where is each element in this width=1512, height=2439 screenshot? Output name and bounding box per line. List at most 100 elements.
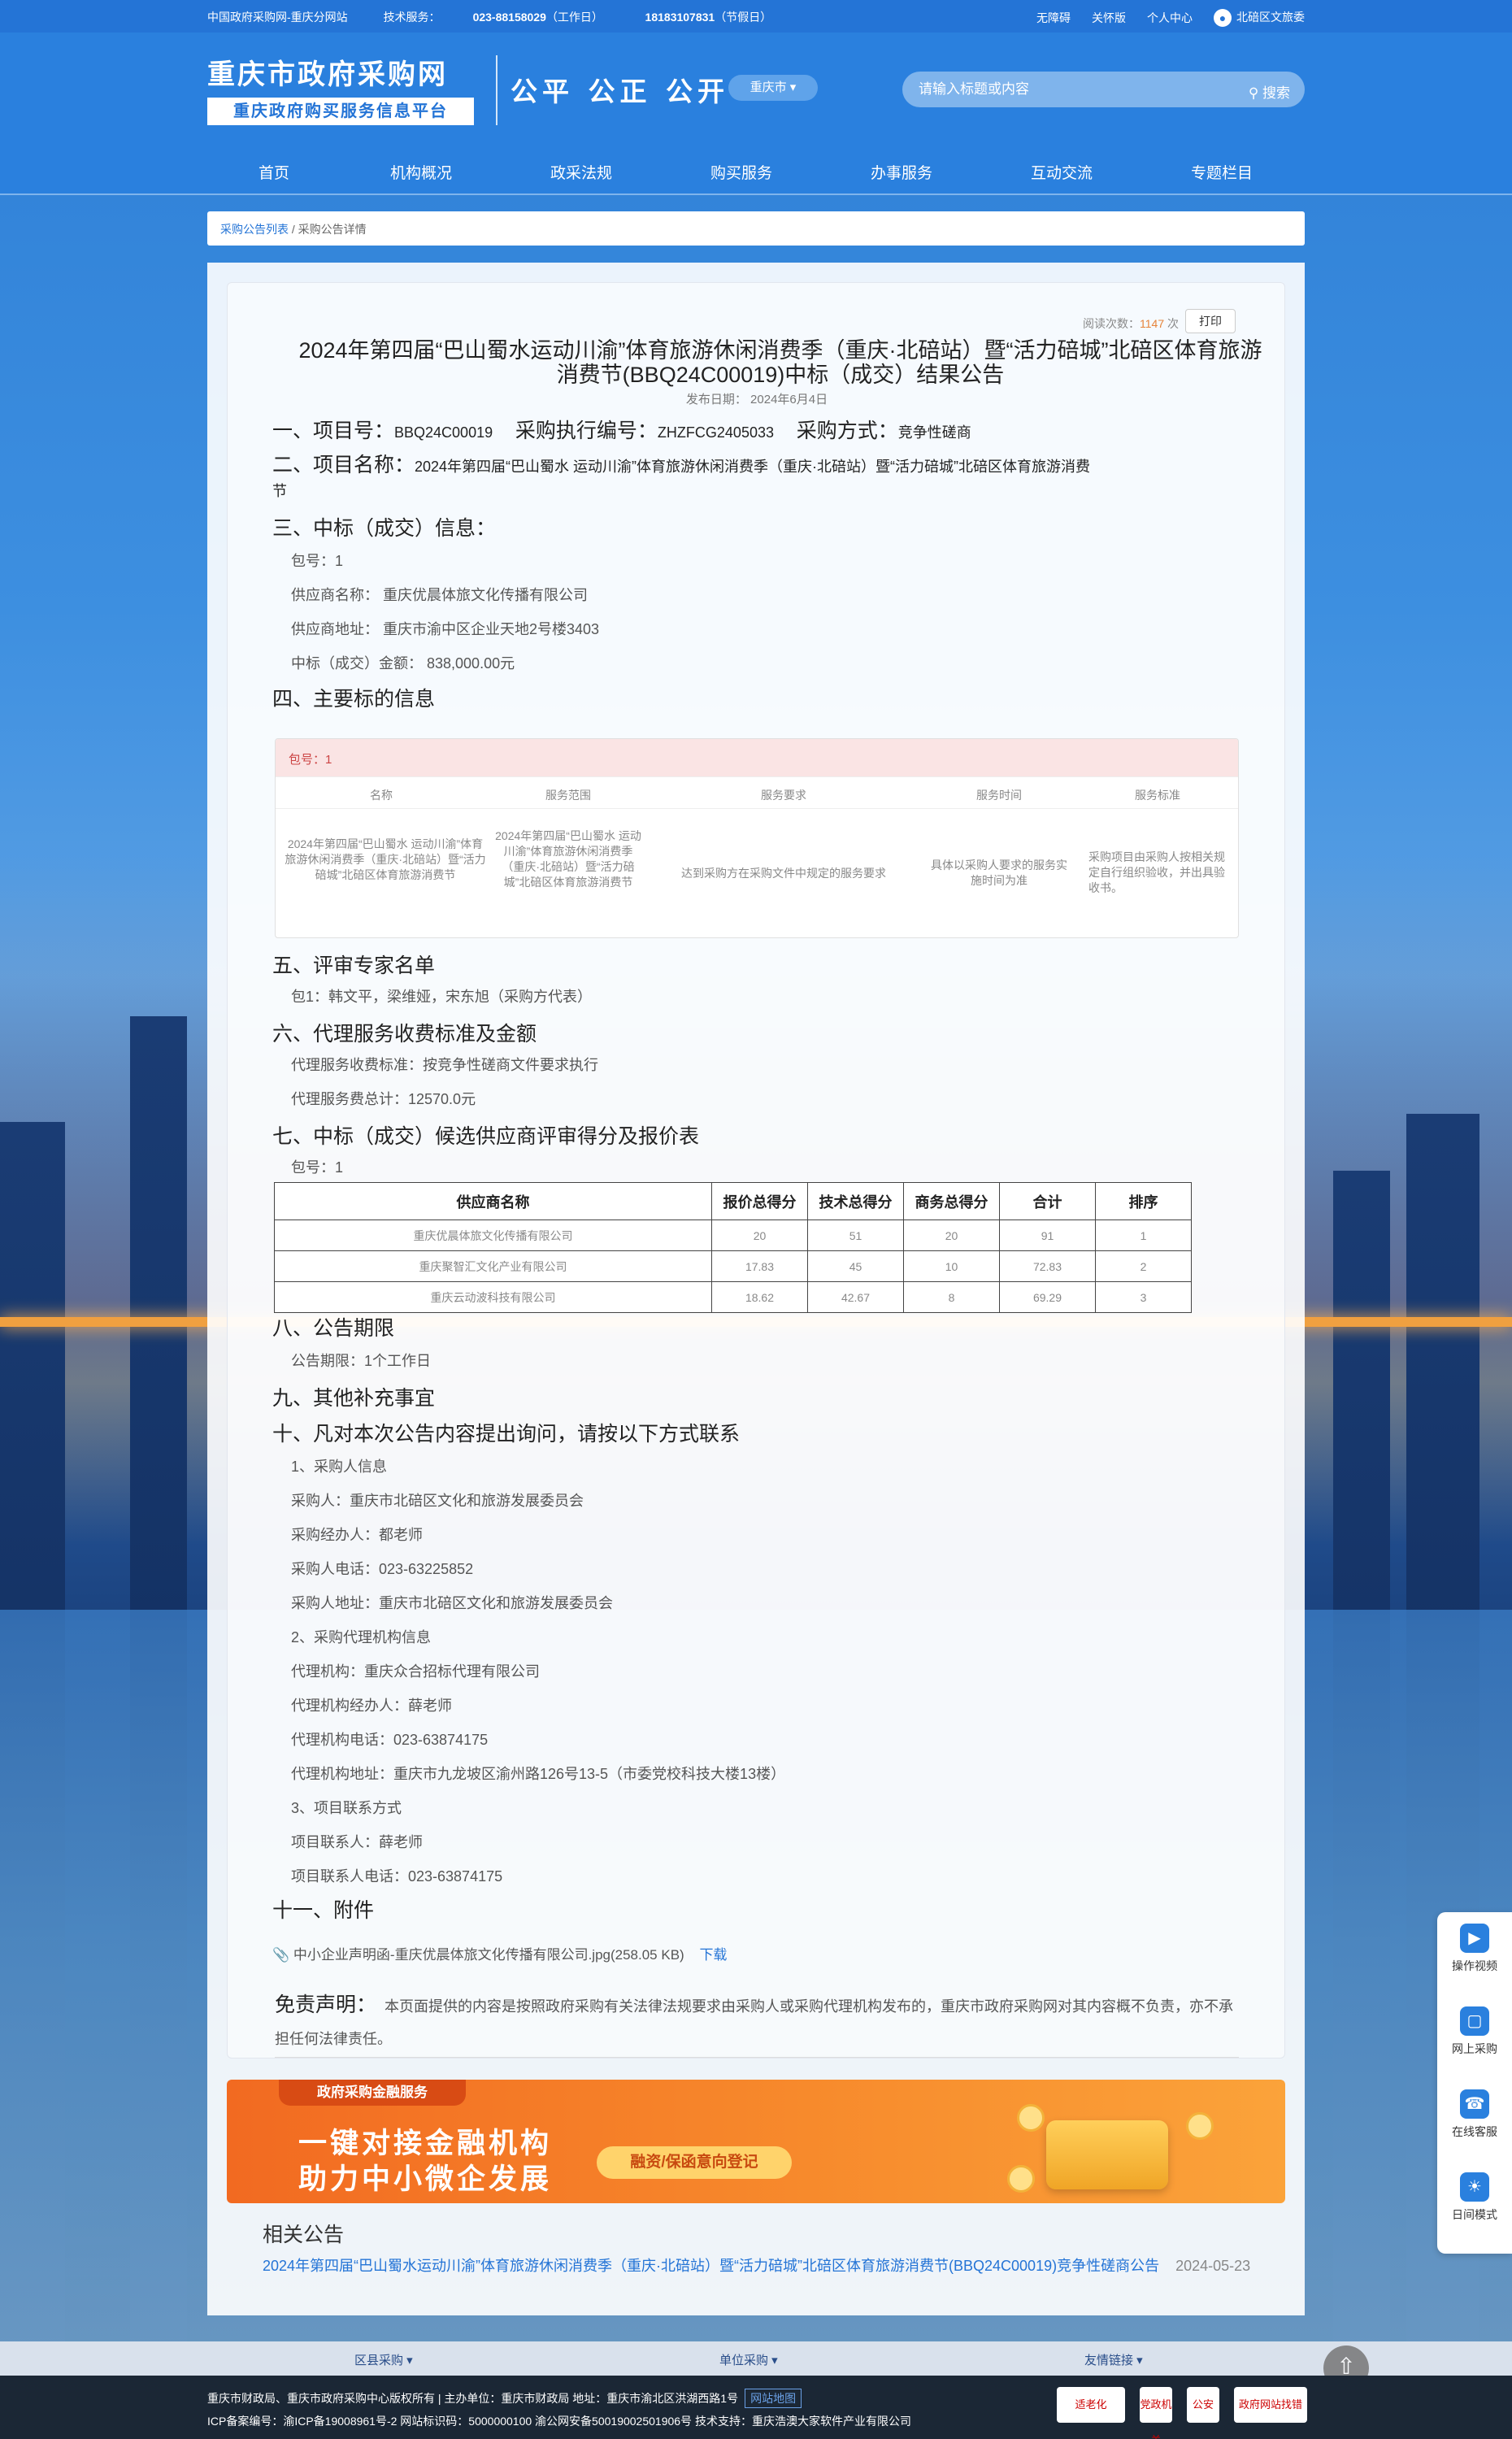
cell-business-score: 10: [903, 1250, 1000, 1282]
tool-customer-service-label: 在线客服: [1452, 2125, 1497, 2138]
search-icon: ⚲: [1248, 85, 1259, 101]
search-box: ⚲ 搜索: [902, 72, 1305, 107]
footer: 重庆市财政局、重庆市政府采购中心版权所有 | 主办单位：重庆市财政局 地址：重庆…: [0, 2376, 1512, 2439]
nav-home[interactable]: 首页: [259, 161, 289, 183]
related-item[interactable]: 2024年第四届“巴山蜀水运动川渝”体育旅游休闲消费季（重庆·北碚站）暨“活力碚…: [263, 2254, 1254, 2278]
related-date: 2024-05-23: [1175, 2258, 1251, 2274]
related-heading: 相关公告: [263, 2224, 345, 2246]
badge-report-error[interactable]: 政府网站找错: [1234, 2387, 1307, 2423]
footer-icp: ICP备案编号：渝ICP备19008961号-2 网站标识码：500000010…: [207, 2415, 911, 2428]
section-5-heading: 五、评审专家名单: [272, 954, 436, 977]
section-1-label-3: 采购方式：: [796, 420, 898, 442]
cell-business-score: 8: [903, 1281, 1000, 1313]
procurement-method: 竞争性磋商: [897, 424, 971, 441]
tech-note-2: （节假日）: [715, 11, 772, 24]
th-business-score: 商务总得分: [903, 1182, 1000, 1220]
banner-line-2: 助力中小微企发展: [298, 2163, 553, 2195]
table-row: 重庆聚智汇文化产业有限公司 17.83 45 10 72.83 2: [274, 1250, 1192, 1282]
section-6-heading: 六、代理服务收费标准及金额: [272, 1023, 537, 1046]
badge-police[interactable]: 公安: [1187, 2387, 1219, 2423]
banner-tag: 政府采购金融服务: [279, 2080, 466, 2106]
care-mode-link[interactable]: 关怀版: [1092, 10, 1126, 26]
search-button-label: 搜索: [1262, 85, 1290, 101]
th-tech-score: 技术总得分: [807, 1182, 904, 1220]
sitemap-link[interactable]: 网站地图: [745, 2389, 802, 2408]
s3-amount: 中标（成交）金额： 838,000.00元: [291, 655, 515, 672]
coin-icon: [1007, 2165, 1035, 2193]
col-standard: 服务标准: [1135, 789, 1180, 802]
fee-total: 代理服务费总计：12570.0元: [291, 1091, 476, 1107]
footer-tab-district[interactable]: 区县采购 ▾: [354, 2351, 413, 2368]
print-button[interactable]: 打印: [1185, 309, 1236, 333]
user-avatar-icon: ●: [1214, 9, 1232, 28]
section-1-label-2: 采购执行编号：: [515, 420, 658, 442]
publish-date: 发布日期： 2024年6月4日: [685, 393, 828, 406]
cell-tech-score: 51: [807, 1220, 904, 1251]
expert-list: 包1：韩文平，梁维娅，宋东旭（采购方代表）: [291, 989, 593, 1005]
banner-register-button[interactable]: 融资/保函意向登记: [597, 2146, 792, 2179]
disclaimer-text: 本页面提供的内容是按照政府采购有关法律法规要求由采购人或采购代理机构发布的，重庆…: [275, 1998, 1234, 2047]
nav-about[interactable]: 机构概况: [390, 161, 452, 183]
tool-video[interactable]: ▶ 操作视频: [1437, 1924, 1512, 1974]
cell-time: 具体以采购人要求的服务实施时间为准: [931, 859, 1067, 887]
badge-party[interactable]: 党政机关: [1140, 2387, 1172, 2439]
agency-address: 代理机构地址：重庆市九龙坡区渝州路126号13-5（市委党校科技大楼13楼）: [291, 1766, 786, 1782]
cell-price-score: 17.83: [711, 1250, 808, 1282]
search-input[interactable]: [919, 72, 1219, 107]
project-name-cont: 节: [272, 483, 287, 499]
finance-banner[interactable]: 政府采购金融服务 一键对接金融机构 助力中小微企发展 融资/保函意向登记: [227, 2080, 1285, 2203]
cell-total: 72.83: [999, 1250, 1096, 1282]
tool-day-mode[interactable]: ☀ 日间模式: [1437, 2172, 1512, 2223]
nav-affairs[interactable]: 办事服务: [871, 161, 932, 183]
cell-supplier: 重庆云动波科技有限公司: [274, 1281, 712, 1313]
section-4-heading: 四、主要标的信息: [272, 688, 436, 711]
personal-center-link[interactable]: 个人中心: [1147, 10, 1193, 26]
project-contact-phone: 项目联系人电话：023-63874175: [291, 1868, 503, 1885]
tool-day-mode-label: 日间模式: [1452, 2208, 1497, 2221]
accessibility-link[interactable]: 无障碍: [1036, 10, 1071, 26]
tech-phone-2: 18183107831: [645, 11, 715, 24]
breadcrumb-list[interactable]: 采购公告列表: [220, 223, 289, 236]
logo-subtitle[interactable]: 重庆政府购买服务信息平台: [207, 98, 474, 125]
section-1-label: 一、项目号：: [272, 420, 395, 442]
cell-name: 2024年第四届“巴山蜀水 运动川渝”体育旅游休闲消费季（重庆·北碚站）暨“活力…: [285, 837, 486, 881]
cell-tech-score: 42.67: [807, 1281, 904, 1313]
logo-title[interactable]: 重庆市政府采购网: [207, 52, 448, 92]
user-menu[interactable]: ● 北碚区文旅委: [1214, 9, 1305, 28]
contact-project-heading: 3、项目联系方式: [291, 1800, 402, 1816]
main-nav: 首页 机构概况 政采法规 购买服务 办事服务 互动交流 专题栏目: [0, 146, 1512, 195]
nav-topics[interactable]: 专题栏目: [1191, 161, 1253, 183]
download-link[interactable]: 下载: [699, 1947, 727, 1963]
footer-tab-unit[interactable]: 单位采购 ▾: [719, 2351, 778, 2368]
top-bar: 中国政府采购网-重庆分网站 技术服务： 023-88158029（工作日） 181…: [0, 0, 1512, 33]
nav-interaction[interactable]: 互动交流: [1031, 161, 1093, 183]
section-3-heading: 三、中标（成交）信息：: [272, 517, 497, 540]
coin-icon: [1017, 2104, 1045, 2132]
tool-online-purchase-label: 网上采购: [1452, 2042, 1497, 2055]
project-number: BBQ24C00019: [394, 424, 493, 441]
read-unit: 次: [1167, 317, 1179, 330]
tool-online-purchase[interactable]: ▢ 网上采购: [1437, 2006, 1512, 2057]
tool-customer-service[interactable]: ☎ 在线客服: [1437, 2089, 1512, 2140]
section-7-heading: 七、中标（成交）候选供应商评审得分及报价表: [272, 1125, 700, 1148]
footer-tab-links[interactable]: 友情链接 ▾: [1084, 2351, 1143, 2368]
cell-business-score: 20: [903, 1220, 1000, 1251]
breadcrumb-current: 采购公告详情: [298, 223, 367, 236]
related-title[interactable]: 2024年第四届“巴山蜀水运动川渝”体育旅游休闲消费季（重庆·北碚站）暨“活力碚…: [263, 2258, 1159, 2274]
notice-period: 公告期限：1个工作日: [291, 1353, 432, 1369]
th-rank: 排序: [1095, 1182, 1192, 1220]
footer-copyright: 重庆市财政局、重庆市政府采购中心版权所有 | 主办单位：重庆市财政局 地址：重庆…: [207, 2392, 739, 2405]
contact-purchaser-heading: 1、采购人信息: [291, 1459, 388, 1475]
nav-regulations[interactable]: 政采法规: [550, 161, 612, 183]
cell-rank: 3: [1095, 1281, 1192, 1313]
region-select[interactable]: 重庆市 ▾: [728, 75, 818, 101]
read-count-value: 1147: [1140, 317, 1165, 330]
tech-label: 技术服务：: [383, 11, 441, 24]
attachment: 📎 中小企业声明函-重庆优晨体旅文化传播有限公司.jpg(258.05 KB) …: [272, 1943, 727, 1963]
search-button[interactable]: ⚲ 搜索: [1249, 81, 1290, 102]
breadcrumb-separator: /: [291, 223, 295, 236]
score-table: 供应商名称 报价总得分 技术总得分 商务总得分 合计 排序 重庆优晨体旅文化传播…: [274, 1182, 1192, 1313]
nav-purchase-service[interactable]: 购买服务: [710, 161, 772, 183]
badge-elderly[interactable]: 适老化: [1057, 2387, 1125, 2423]
agency-phone: 代理机构电话：023-63874175: [291, 1732, 489, 1748]
